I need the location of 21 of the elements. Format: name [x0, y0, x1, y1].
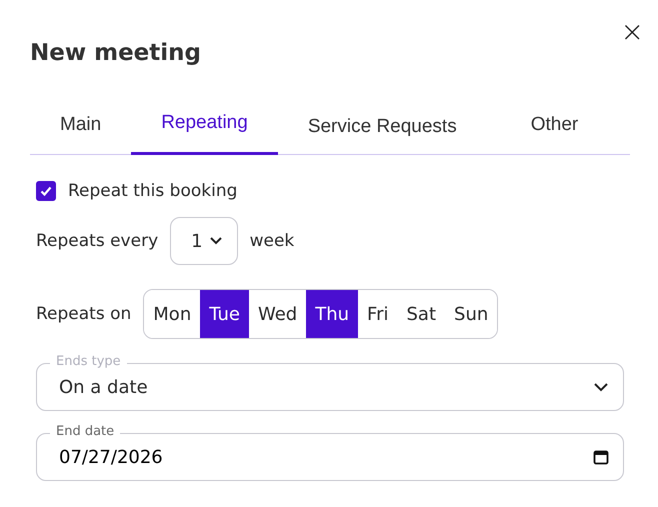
dialog-title: New meeting [30, 40, 202, 66]
close-button[interactable]: × [616, 18, 648, 46]
tab[interactable]: Service Requests [278, 104, 487, 155]
field-value: 07/27/2026 [59, 446, 163, 468]
check-icon [39, 184, 53, 198]
interval-label: Repeats every [36, 231, 158, 251]
tab[interactable]: Other [486, 104, 626, 155]
tab[interactable]: Main [30, 104, 132, 155]
chevron-down-icon [208, 236, 223, 246]
field-value: On a date [59, 376, 148, 398]
tab[interactable]: Repeating [131, 104, 278, 155]
interval-unit: week [250, 231, 294, 251]
days-label: Repeats on [36, 304, 132, 324]
interval-select[interactable]: 1 [170, 217, 238, 265]
checkbox[interactable] [36, 181, 56, 201]
day-toggle[interactable]: Tue [200, 290, 249, 338]
field-label: Ends type [50, 354, 127, 370]
checkbox-label: Repeat this booking [68, 181, 238, 201]
day-toggle[interactable]: Thu [306, 290, 358, 338]
chevron-down-icon [593, 382, 609, 392]
calendar-icon [593, 449, 609, 465]
